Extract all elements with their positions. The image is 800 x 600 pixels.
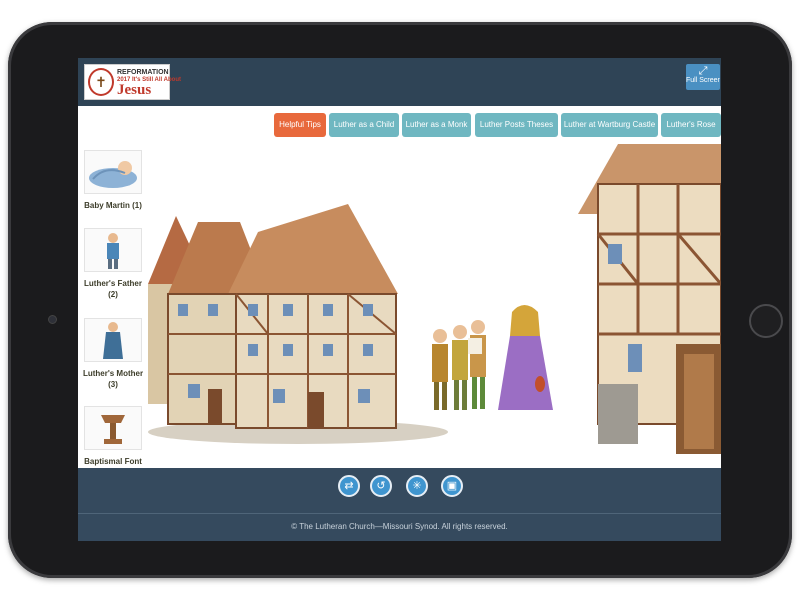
baby-martin-thumbnail[interactable] <box>84 150 142 194</box>
cross-rose-emblem-icon: ✝ <box>88 68 114 96</box>
scene-illustration <box>148 144 721 454</box>
tab-luther-as-a-child[interactable]: Luther as a Child <box>329 113 399 137</box>
reformation-logo[interactable]: ✝ REFORMATION 2017 It's Still All About … <box>84 64 181 100</box>
swap-button[interactable]: ⇄ <box>338 475 360 497</box>
expand-arrows-icon: ⤢ <box>698 65 708 77</box>
sidebar-item-label: Luther's Mother (3) <box>82 369 144 389</box>
children-and-woman-figures <box>432 305 553 410</box>
footer-divider <box>78 513 721 514</box>
scatter-icon: ✳ <box>412 480 422 492</box>
sidebar-item-luthers-father[interactable]: Luther's Father (2) <box>82 228 144 300</box>
sidebar-item-label: Baby Martin (1) <box>84 201 142 210</box>
copyright-text: © The Lutheran Church—Missouri Synod. Al… <box>291 522 508 531</box>
sidebar-item-baptismal-font[interactable]: Baptismal Font <box>82 406 144 467</box>
baptismal-font-thumbnail[interactable] <box>84 406 142 450</box>
right-half-timbered-house <box>578 144 721 454</box>
tab-luthers-rose[interactable]: Luther's Rose <box>661 113 721 137</box>
swap-icon: ⇄ <box>344 480 354 492</box>
left-half-timbered-house <box>167 204 398 429</box>
tab-bar: Helpful Tips Luther as a Child Luther as… <box>78 106 721 145</box>
app-screen: ✝ REFORMATION 2017 It's Still All About … <box>78 58 721 541</box>
image-button[interactable]: ▣ <box>441 475 463 497</box>
sidebar-sticker-list: Baby Martin (1) Luther's Father (2) Luth… <box>78 144 148 468</box>
scatter-button[interactable]: ✳ <box>406 475 428 497</box>
undo-icon: ↺ <box>376 480 386 492</box>
full-screen-label: Full Screen <box>686 77 720 84</box>
home-button[interactable] <box>749 304 783 338</box>
image-icon: ▣ <box>446 480 458 492</box>
undo-button[interactable]: ↺ <box>370 475 392 497</box>
tab-luther-posts-theses[interactable]: Luther Posts Theses <box>475 113 558 137</box>
sidebar-item-baby-martin[interactable]: Baby Martin (1) <box>82 150 144 211</box>
luthers-father-thumbnail[interactable] <box>84 228 142 272</box>
tab-helpful-tips[interactable]: Helpful Tips <box>274 113 326 137</box>
sidebar-item-label: Baptismal Font <box>84 457 142 466</box>
full-screen-button[interactable]: ⤢ Full Screen <box>686 64 720 90</box>
tab-luther-as-a-monk[interactable]: Luther as a Monk <box>402 113 471 137</box>
logo-line-3: Jesus <box>117 82 152 98</box>
tab-luther-at-wartburg-castle[interactable]: Luther at Wartburg Castle <box>561 113 658 137</box>
logo-line-1: REFORMATION <box>117 69 169 76</box>
scene-canvas[interactable] <box>148 144 721 468</box>
luthers-mother-thumbnail[interactable] <box>84 318 142 362</box>
sidebar-item-label: Luther's Father (2) <box>84 279 142 299</box>
header-bar: ✝ REFORMATION 2017 It's Still All About … <box>78 58 721 106</box>
sidebar-item-luthers-mother[interactable]: Luther's Mother (3) <box>82 318 144 390</box>
camera-icon <box>48 315 57 324</box>
bottom-toolbar: ⇄ ↺ ✳ ▣ © The Lutheran Church—Missouri S… <box>78 468 721 541</box>
